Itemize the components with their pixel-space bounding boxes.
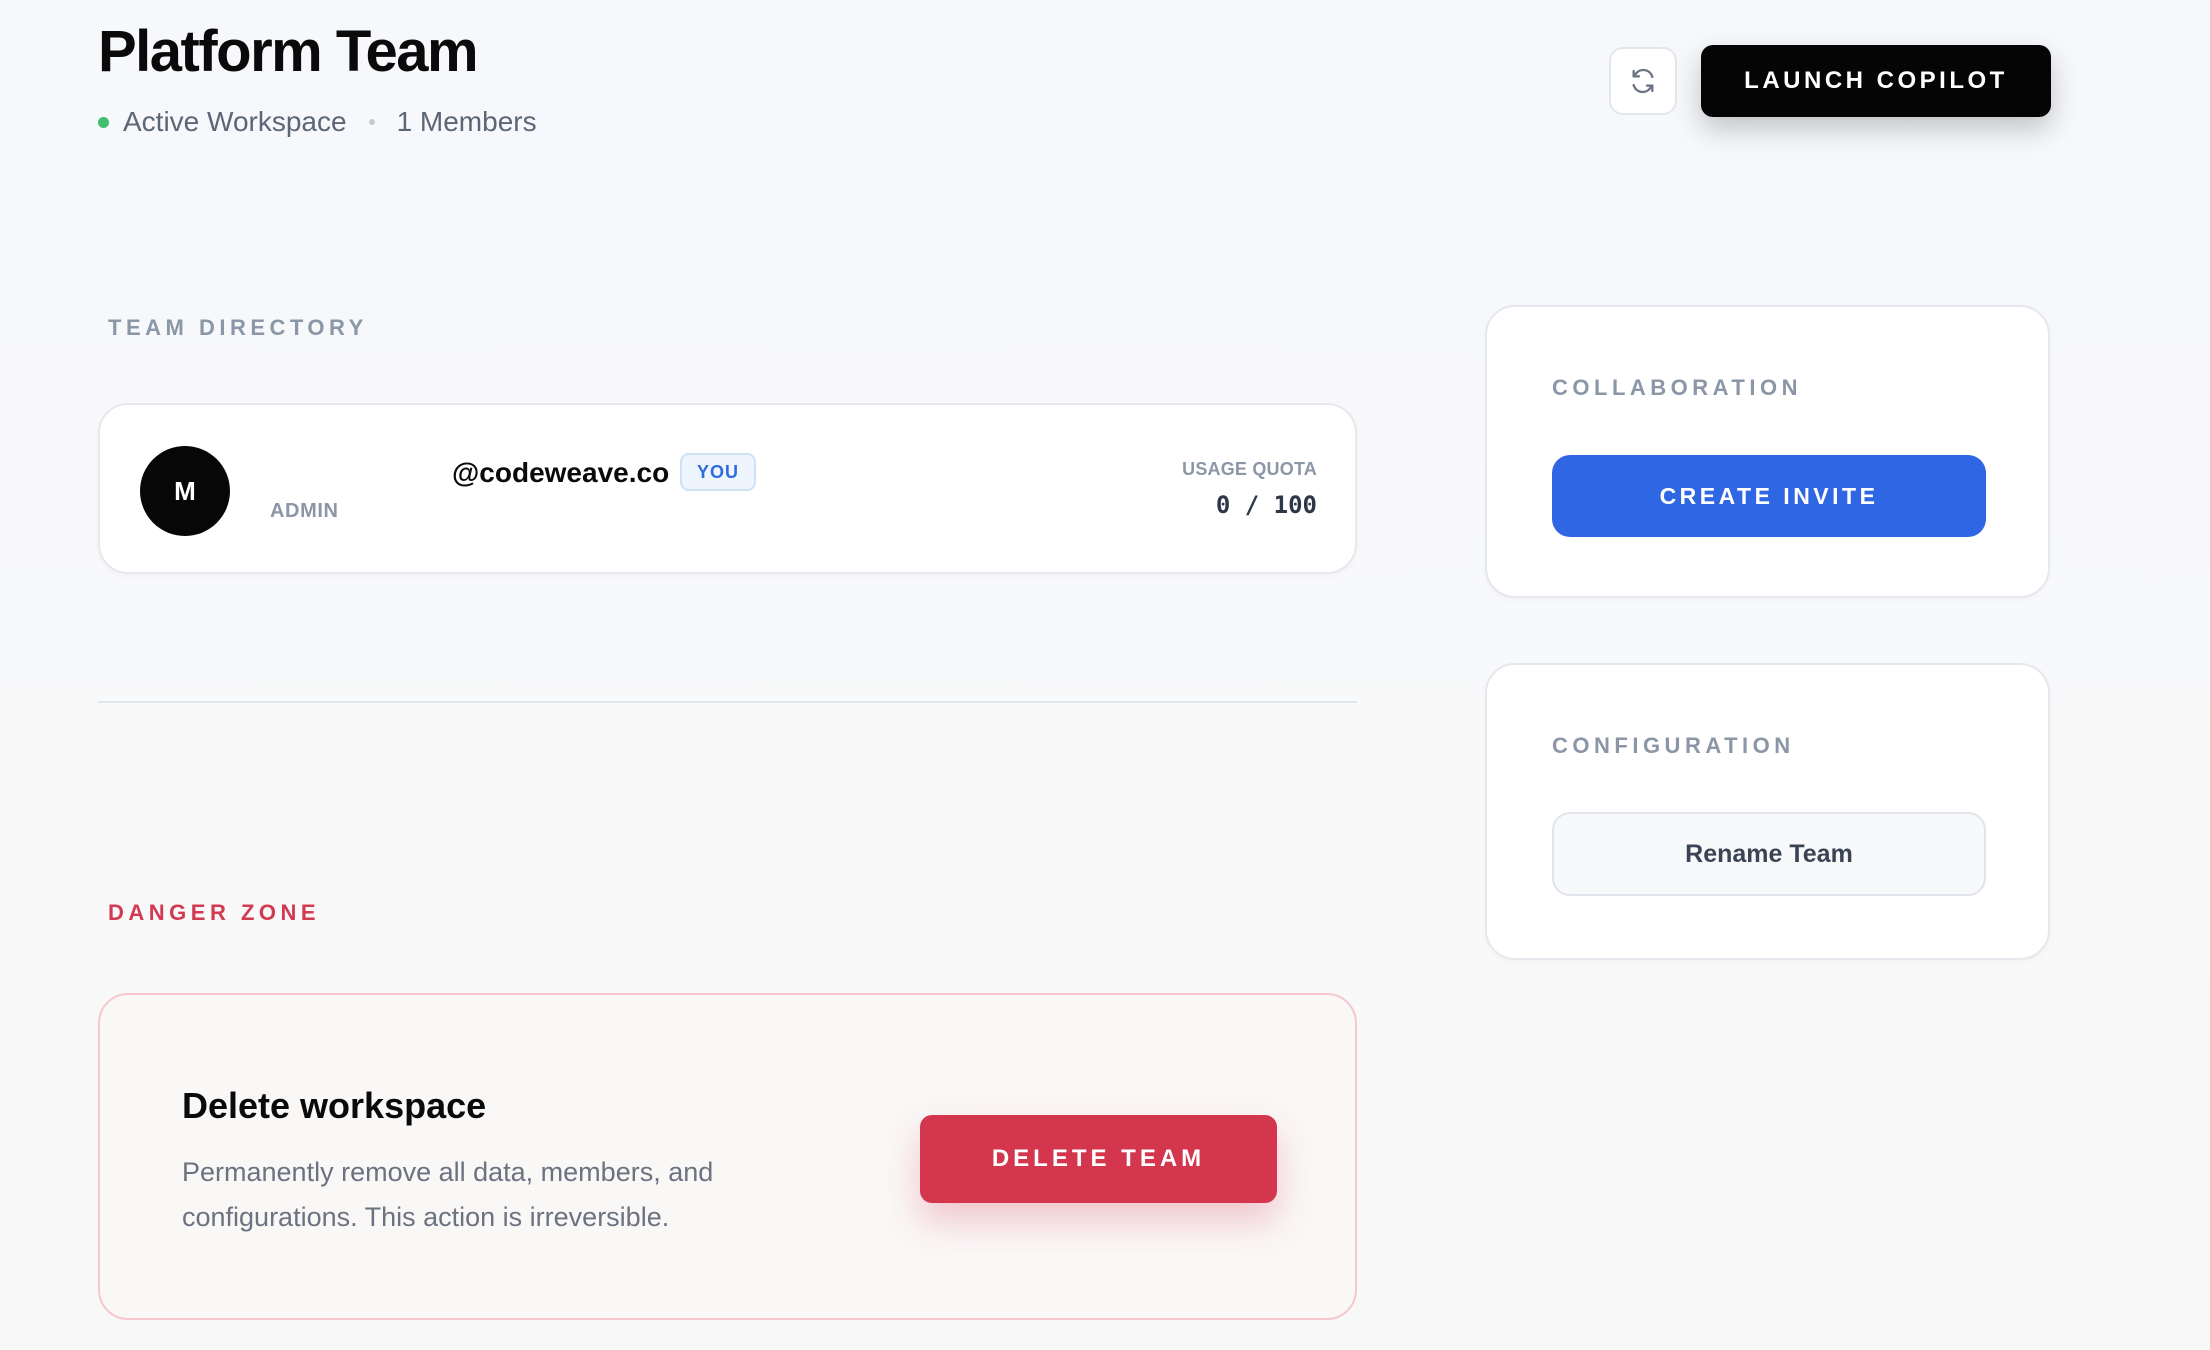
- refresh-button[interactable]: [1609, 47, 1677, 115]
- member-email: @codeweave.co: [452, 457, 670, 488]
- create-invite-button[interactable]: CREATE INVITE: [1552, 455, 1986, 537]
- delete-workspace-description: Permanently remove all data, members, an…: [182, 1157, 714, 1232]
- danger-zone-label: DANGER ZONE: [108, 900, 321, 925]
- section-divider: [98, 701, 1357, 703]
- separator-dot-icon: [368, 119, 375, 125]
- member-count: 1 Members: [396, 106, 537, 137]
- member-card: M ADMIN @codeweave.co YOU USAGE QUOTA 0 …: [98, 403, 1357, 574]
- team-directory-label: TEAM DIRECTORY: [108, 315, 368, 340]
- workspace-meta: Active Workspace 1 Members: [98, 106, 537, 138]
- avatar: M: [140, 446, 230, 536]
- rename-team-button[interactable]: Rename Team: [1552, 812, 1986, 896]
- refresh-icon: [1632, 68, 1654, 94]
- member-role: ADMIN: [270, 500, 339, 522]
- collaboration-card: COLLABORATION CREATE INVITE: [1485, 305, 2050, 598]
- collaboration-label: COLLABORATION: [1552, 375, 1802, 400]
- team-settings-page: Platform Team Active Workspace 1 Members…: [0, 0, 2210, 1350]
- status-dot-icon: [98, 116, 109, 128]
- configuration-card: CONFIGURATION Rename Team: [1485, 663, 2050, 960]
- workspace-status: Active Workspace: [123, 106, 347, 137]
- delete-team-button[interactable]: DELETE TEAM: [920, 1115, 1277, 1203]
- usage-quota-value: 0 / 100: [1215, 491, 1317, 519]
- delete-workspace-title: Delete workspace: [182, 1085, 487, 1126]
- danger-zone-card: Delete workspace Permanently remove all …: [98, 993, 1357, 1320]
- configuration-label: CONFIGURATION: [1552, 733, 1795, 758]
- you-badge: YOU: [680, 453, 756, 491]
- page-title: Platform Team: [98, 19, 479, 84]
- launch-copilot-button[interactable]: LAUNCH COPILOT: [1701, 45, 2051, 117]
- usage-quota-label: USAGE QUOTA: [1182, 459, 1317, 479]
